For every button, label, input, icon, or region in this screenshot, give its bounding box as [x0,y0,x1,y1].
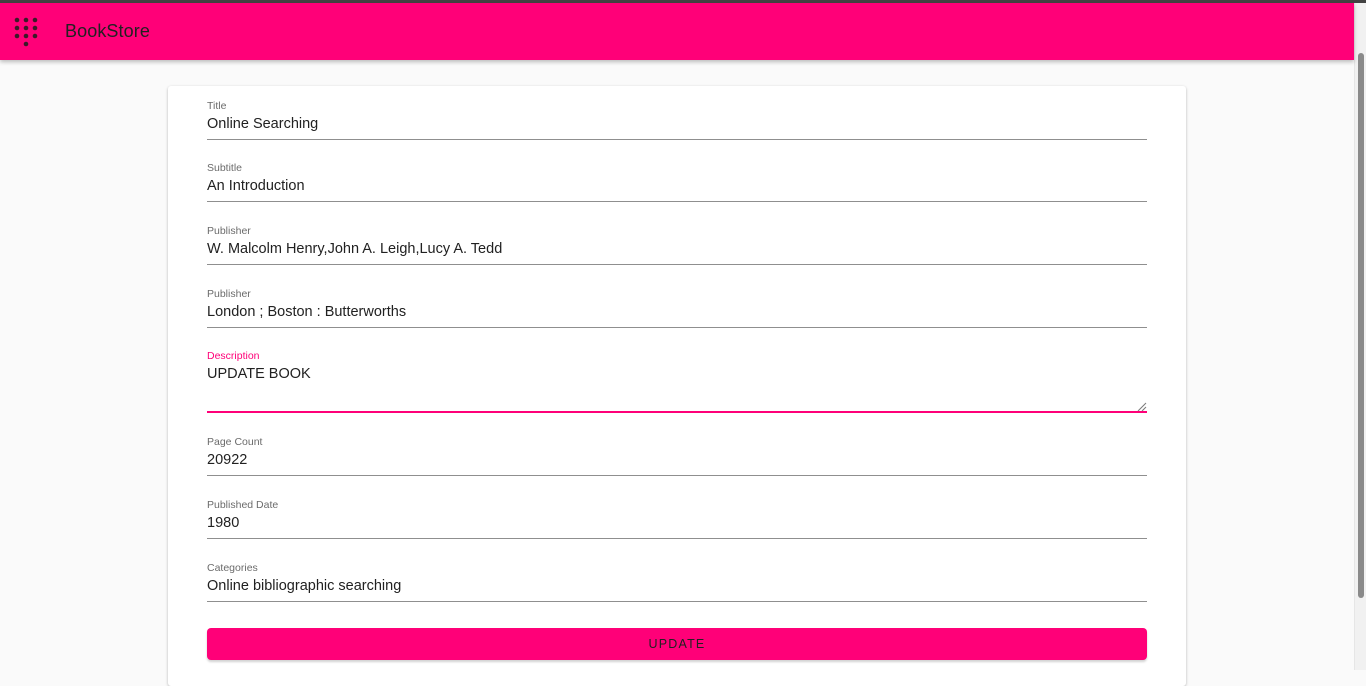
subtitle-input[interactable] [207,178,1147,194]
subtitle-underline [207,201,1147,202]
page-count-underline [207,475,1147,476]
authors-label: Publisher [207,225,251,237]
subtitle-field: Subtitle [207,162,1147,202]
subtitle-label: Subtitle [207,162,243,174]
description-field: Description UPDATE BOOK [207,350,1147,414]
app-title: BookStore [65,21,150,41]
page-count-field: Page Count [207,436,1147,476]
publisher-field: Publisher [207,288,1147,328]
categories-label: Categories [207,562,258,574]
title-field: Title [207,100,1147,140]
published-date-label: Published Date [207,499,279,511]
title-underline [207,139,1147,140]
title-label: Title [207,100,227,112]
page-count-label: Page Count [207,436,263,448]
publisher-input[interactable] [207,304,1147,320]
published-date-input[interactable] [207,515,1147,531]
book-form-card: Title Subtitle Publisher Publisher Descr… [168,86,1186,686]
categories-field: Categories [207,562,1147,602]
description-label: Description [207,350,260,362]
authors-underline [207,264,1147,265]
publisher-label: Publisher [207,288,251,300]
grid-menu-icon [14,17,38,46]
page-scrollbar[interactable] [1354,3,1366,670]
update-button[interactable]: UPDATE [207,628,1147,660]
description-underline [207,411,1147,413]
page-count-input[interactable] [207,452,1147,468]
authors-field: Publisher [207,225,1147,265]
title-input[interactable] [207,116,1147,132]
description-textarea[interactable]: UPDATE BOOK [207,366,1147,410]
menu-button[interactable] [8,14,44,50]
published-date-underline [207,538,1147,539]
categories-underline [207,601,1147,602]
scrollbar-thumb[interactable] [1358,53,1364,598]
authors-input[interactable] [207,241,1147,257]
publisher-underline [207,327,1147,328]
categories-input[interactable] [207,578,1147,594]
app-toolbar: BookStore [0,3,1354,60]
published-date-field: Published Date [207,499,1147,539]
